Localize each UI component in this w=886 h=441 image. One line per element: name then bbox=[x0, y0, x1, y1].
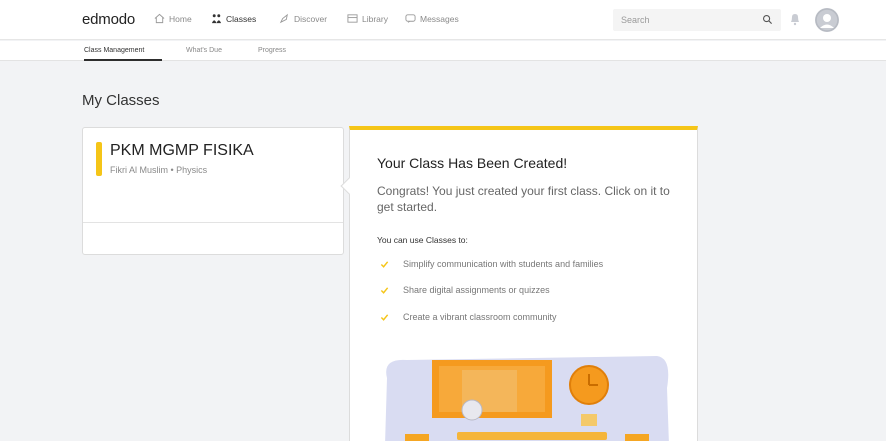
page-title: My Classes bbox=[82, 92, 160, 109]
messages-icon bbox=[405, 14, 416, 24]
tab-progress[interactable]: Progress bbox=[258, 47, 286, 54]
user-avatar-icon bbox=[815, 8, 839, 32]
popover-title: Your Class Has Been Created! bbox=[377, 155, 568, 171]
list-item-label: Share digital assignments or quizzes bbox=[403, 285, 550, 295]
list-item: Create a vibrant classroom community bbox=[380, 312, 557, 322]
nav-library[interactable]: Library bbox=[347, 13, 388, 24]
nav-discover-label: Discover bbox=[294, 13, 328, 24]
nav-discover[interactable]: Discover bbox=[279, 13, 327, 24]
search-icon[interactable] bbox=[762, 14, 773, 25]
tab-whats-due[interactable]: What's Due bbox=[186, 47, 222, 54]
classes-icon bbox=[211, 14, 222, 24]
search-box bbox=[613, 9, 781, 31]
class-name[interactable]: PKM MGMP FISIKA bbox=[110, 142, 254, 160]
nav-messages-label: Messages bbox=[420, 13, 459, 24]
list-item: Simplify communication with students and… bbox=[380, 259, 603, 269]
discover-icon bbox=[279, 13, 288, 24]
list-item: Share digital assignments or quizzes bbox=[380, 285, 550, 295]
checkmark-icon bbox=[380, 286, 389, 294]
search-input[interactable] bbox=[621, 13, 751, 27]
classroom-illustration bbox=[385, 356, 669, 441]
notification-bell-icon[interactable] bbox=[789, 12, 801, 26]
nav-home[interactable]: Home bbox=[154, 13, 192, 24]
sub-navigation: Class Management What's Due Progress bbox=[0, 41, 886, 61]
nav-messages[interactable]: Messages bbox=[405, 13, 459, 24]
class-created-popover: Your Class Has Been Created! Congrats! Y… bbox=[340, 126, 698, 441]
checkmark-icon bbox=[380, 313, 389, 321]
top-navigation-bar: edmodo Home Classes Discover Library Mes… bbox=[0, 0, 886, 40]
avatar[interactable] bbox=[815, 8, 839, 32]
nav-classes[interactable]: Classes bbox=[211, 13, 256, 24]
class-meta: Fikri Al Muslim • Physics bbox=[110, 165, 208, 175]
list-item-label: Create a vibrant classroom community bbox=[403, 312, 557, 322]
popover-use-label: You can use Classes to: bbox=[377, 235, 468, 245]
popover-body: Congrats! You just created your first cl… bbox=[377, 184, 670, 214]
class-color-bar bbox=[96, 142, 102, 176]
nav-library-label: Library bbox=[362, 13, 388, 24]
nav-classes-label: Classes bbox=[226, 13, 257, 24]
list-item-label: Simplify communication with students and… bbox=[403, 259, 604, 269]
edmodo-logo[interactable]: edmodo bbox=[82, 11, 135, 28]
library-icon bbox=[347, 14, 358, 23]
checkmark-icon bbox=[380, 260, 389, 268]
card-divider bbox=[83, 222, 343, 223]
class-card[interactable]: PKM MGMP FISIKA Fikri Al Muslim • Physic… bbox=[82, 127, 344, 255]
active-tab-indicator bbox=[84, 59, 162, 61]
nav-home-label: Home bbox=[169, 13, 192, 24]
home-icon bbox=[154, 13, 165, 24]
tab-class-management[interactable]: Class Management bbox=[84, 47, 144, 54]
